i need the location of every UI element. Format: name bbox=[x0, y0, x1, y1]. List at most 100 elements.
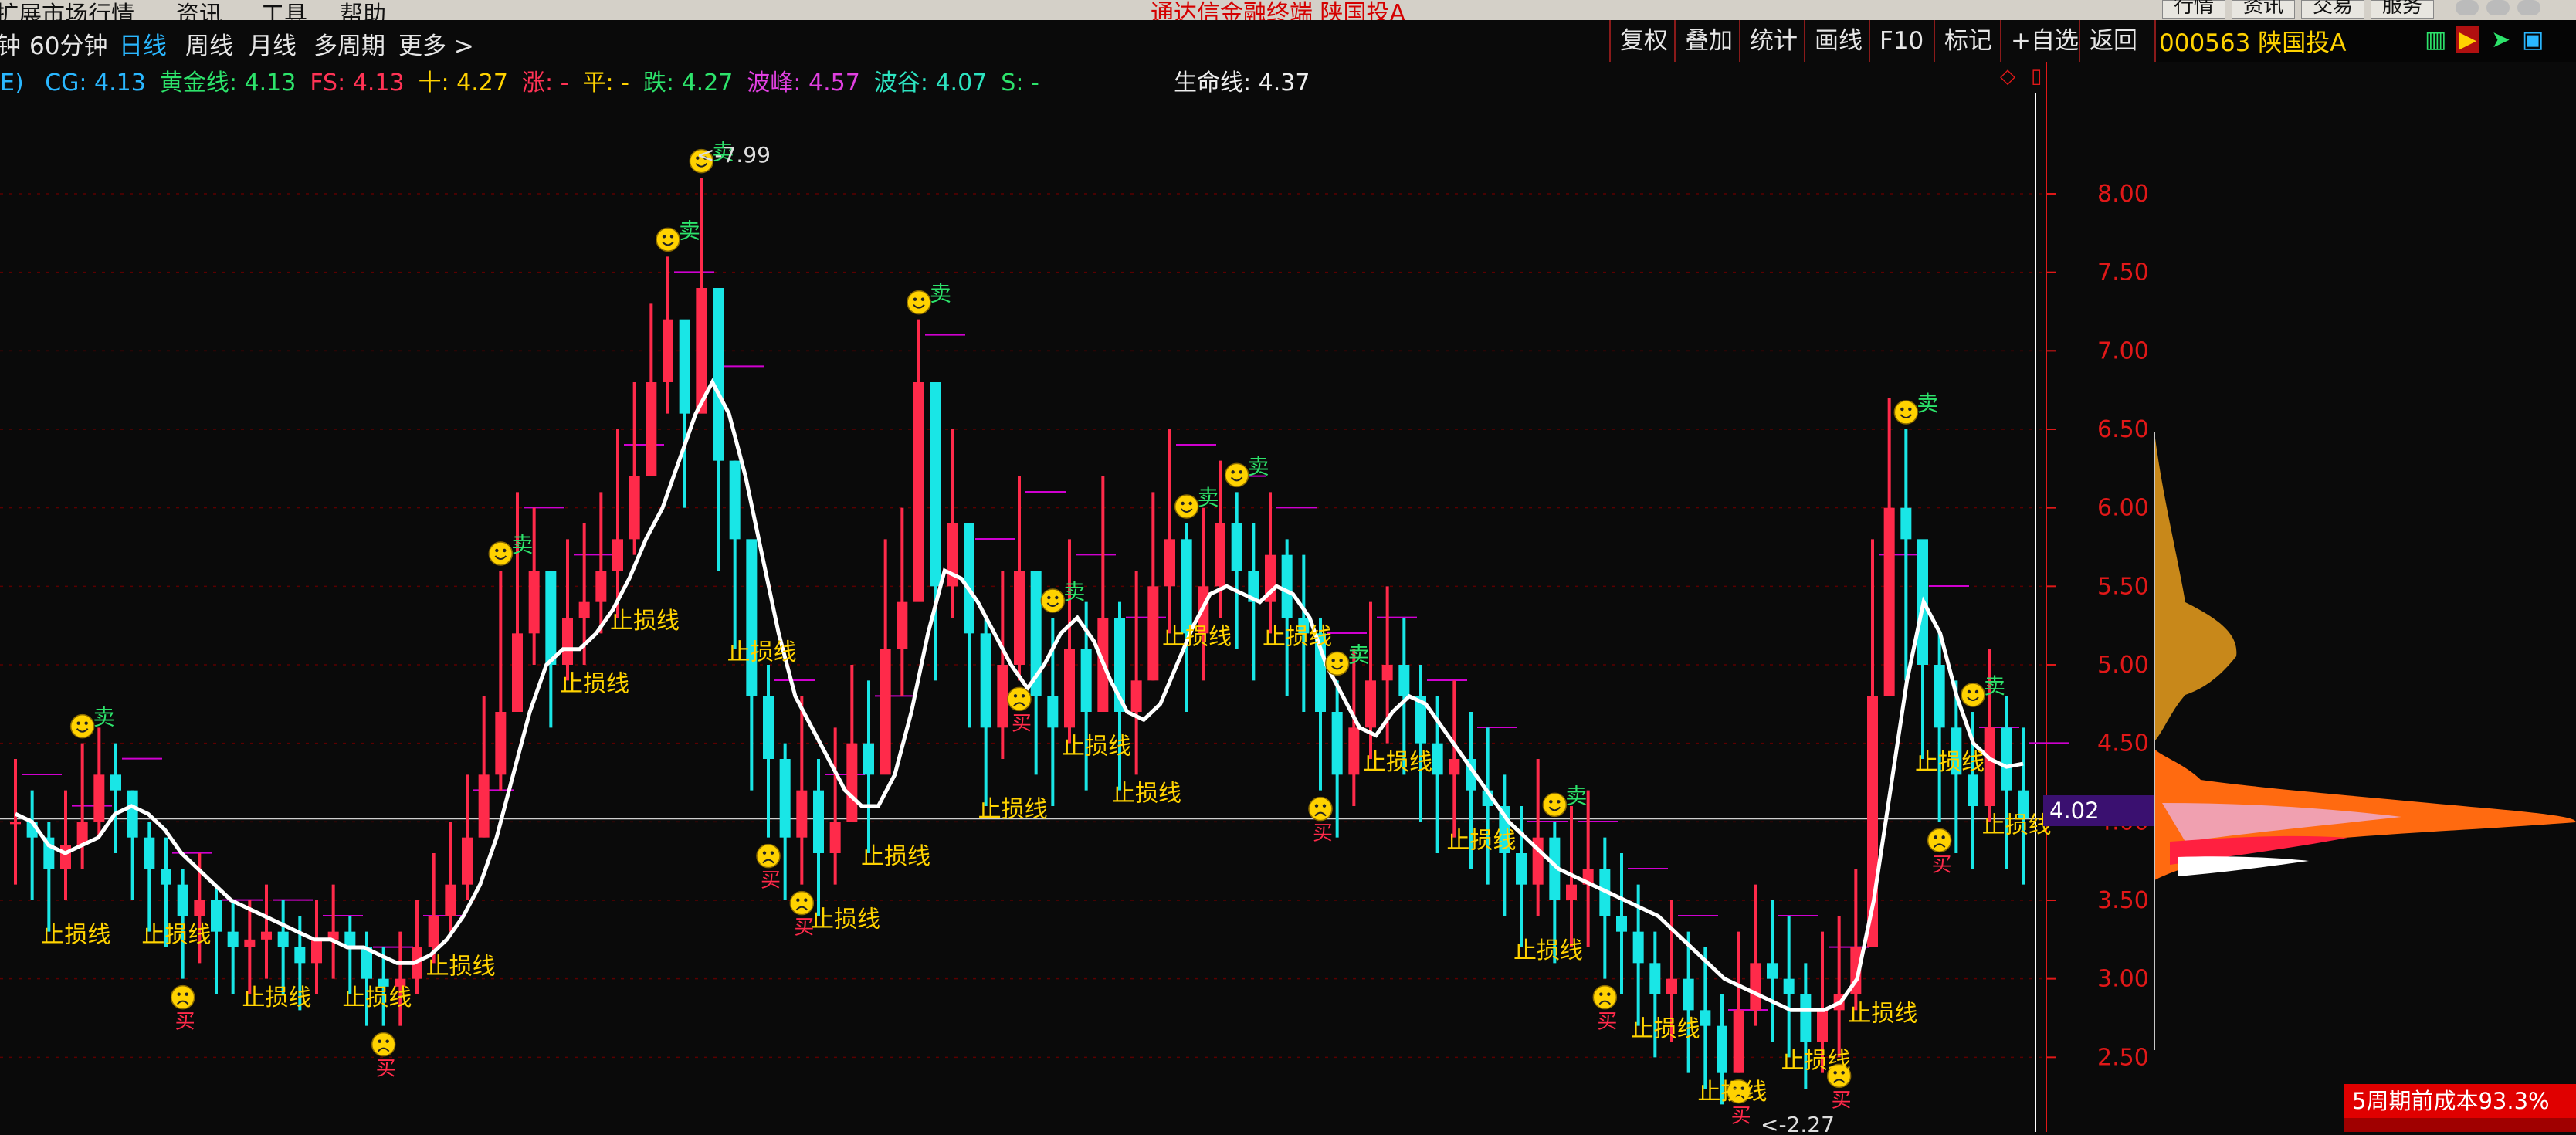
y-tick-label: 6.50 bbox=[2097, 416, 2149, 443]
stoploss-label: 止损线 bbox=[811, 906, 880, 933]
signal-eye bbox=[385, 1039, 389, 1043]
signal-face bbox=[1308, 796, 1333, 822]
candle-body bbox=[1181, 539, 1192, 634]
tab-minute[interactable]: 钟 bbox=[0, 26, 21, 61]
candle-body bbox=[1381, 665, 1393, 681]
service-button[interactable]: 服务 bbox=[2371, 0, 2435, 19]
signal-eye bbox=[1549, 800, 1553, 804]
stoploss-label: 止损线 bbox=[1263, 623, 1332, 650]
buy-label: 买 bbox=[1832, 1089, 1852, 1112]
indicator-icon[interactable]: ▥ bbox=[2425, 26, 2446, 53]
flag-icon[interactable]: ▶ bbox=[2456, 26, 2480, 53]
candle-body bbox=[1147, 586, 1159, 681]
buy-label: 买 bbox=[1597, 1011, 1617, 1034]
candle-body bbox=[1968, 774, 1978, 806]
stoploss-label: 止损线 bbox=[610, 608, 680, 635]
candle-body bbox=[1331, 712, 1343, 775]
candle-body bbox=[2001, 727, 2012, 791]
signal-face bbox=[1542, 792, 1568, 818]
candle-body bbox=[646, 382, 657, 476]
candle-body bbox=[1047, 696, 1059, 728]
candle-body bbox=[1365, 680, 1376, 728]
sell-label: 卖 bbox=[1565, 783, 1587, 808]
signal-face bbox=[1174, 494, 1199, 519]
sell-signal-icon bbox=[1961, 683, 1985, 707]
stoploss-label: 止损线 bbox=[1697, 1079, 1767, 1106]
f10-button[interactable]: F10 bbox=[1869, 20, 1933, 62]
tab-weekly[interactable]: 周线 bbox=[185, 26, 233, 61]
close-icon[interactable] bbox=[2517, 0, 2540, 15]
signal-eye bbox=[84, 721, 88, 725]
sell-label: 卖 bbox=[1984, 673, 2005, 699]
mark-button[interactable]: 标记 bbox=[1934, 20, 2001, 62]
candle-body bbox=[779, 759, 791, 838]
signal-eye bbox=[1322, 804, 1327, 808]
stats-button[interactable]: 统计 bbox=[1739, 20, 1807, 62]
y-tick-label: 5.50 bbox=[2097, 573, 2149, 600]
buy-label: 买 bbox=[761, 869, 781, 893]
overlay-button[interactable]: 叠加 bbox=[1674, 20, 1742, 62]
volume-profile-white bbox=[2178, 856, 2309, 876]
candle-body bbox=[595, 571, 607, 602]
tab-more[interactable]: 更多 > bbox=[398, 26, 474, 61]
y-tick-label: 8.00 bbox=[2097, 181, 2149, 208]
candle-body bbox=[880, 649, 891, 775]
volume-profile-upper bbox=[2154, 432, 2237, 741]
sell-signal-icon bbox=[488, 541, 514, 566]
signal-eye bbox=[669, 235, 674, 239]
tab-daily[interactable]: 日线 bbox=[119, 26, 167, 61]
tab-60min[interactable]: 60分钟 bbox=[29, 26, 107, 61]
candle-body bbox=[277, 931, 289, 947]
buy-signal-icon bbox=[789, 890, 815, 916]
candle-body bbox=[1632, 931, 1644, 964]
buy-label: 买 bbox=[1313, 822, 1333, 845]
y-tick-label: 7.00 bbox=[2097, 337, 2149, 364]
minimize-icon[interactable] bbox=[2456, 0, 2479, 15]
quote-button[interactable]: 行情 bbox=[2162, 0, 2226, 19]
info-button[interactable]: 资讯 bbox=[2232, 0, 2296, 19]
signal-eye bbox=[1331, 659, 1335, 662]
signal-face bbox=[907, 290, 931, 315]
candle-body bbox=[211, 900, 222, 932]
buy-signal-icon bbox=[1007, 686, 1032, 712]
stoploss-label: 止损线 bbox=[861, 843, 930, 870]
arrow-icon[interactable]: ➤ bbox=[2491, 26, 2510, 53]
candle-body bbox=[1566, 884, 1577, 900]
back-button[interactable]: 返回 bbox=[2079, 20, 2147, 62]
candle-body bbox=[227, 931, 239, 947]
draw-button[interactable]: 画线 bbox=[1804, 20, 1872, 62]
window-icon[interactable]: ▣ bbox=[2522, 26, 2544, 53]
stoploss-label: 止损线 bbox=[141, 922, 211, 949]
adjust-button[interactable]: 复权 bbox=[1609, 20, 1677, 62]
candle-body bbox=[612, 539, 623, 571]
candle-body bbox=[562, 618, 573, 665]
sell-signal-icon bbox=[69, 713, 95, 739]
candle-body bbox=[528, 571, 540, 634]
candle-body bbox=[1649, 963, 1661, 994]
signal-eye bbox=[185, 992, 188, 996]
stoploss-label: 止损线 bbox=[560, 670, 629, 697]
signal-face bbox=[1324, 651, 1350, 676]
stoploss-label: 止损线 bbox=[978, 796, 1048, 823]
stock-code-name: 000563 陕国投A bbox=[2159, 29, 2347, 57]
cost-badge-2 bbox=[2344, 1118, 2576, 1132]
candle-body bbox=[1750, 963, 1761, 1011]
y-tick-label: 3.50 bbox=[2097, 887, 2149, 914]
sell-signal-icon bbox=[656, 227, 680, 252]
candle-body bbox=[863, 743, 874, 775]
signal-face bbox=[756, 843, 781, 869]
stoploss-label: 止损线 bbox=[1112, 781, 1181, 808]
trade-button[interactable]: 交易 bbox=[2301, 0, 2365, 19]
signal-eye bbox=[76, 721, 80, 725]
signal-eye bbox=[1599, 992, 1603, 996]
signal-face bbox=[1007, 686, 1032, 712]
tab-monthly[interactable]: 月线 bbox=[249, 26, 297, 61]
signal-eye bbox=[1239, 470, 1242, 474]
candle-body bbox=[997, 665, 1008, 728]
add-watchlist-button[interactable]: +自选 bbox=[2000, 20, 2088, 62]
high-mark-label: <-7.99 bbox=[697, 142, 771, 168]
restore-icon[interactable] bbox=[2486, 0, 2510, 15]
buy-signal-icon bbox=[1927, 828, 1952, 853]
tab-multi-period[interactable]: 多周期 bbox=[314, 26, 385, 61]
signal-eye bbox=[177, 992, 181, 996]
